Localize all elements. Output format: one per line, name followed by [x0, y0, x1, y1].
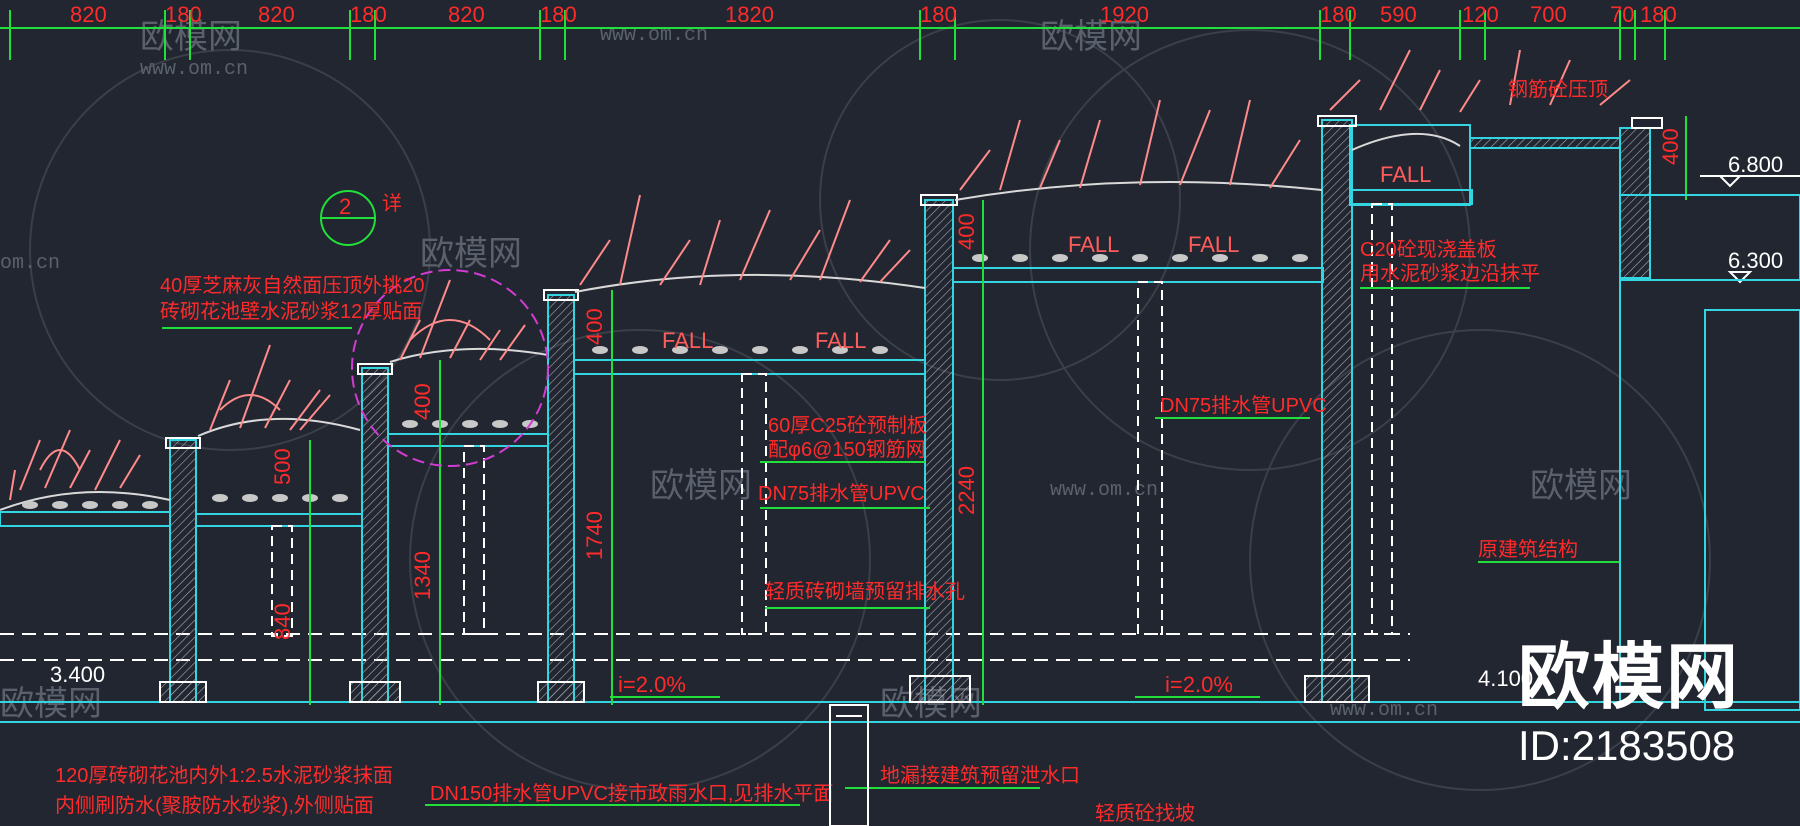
note-text: 用水泥砂浆边沿抹平 [1360, 262, 1540, 285]
fall-label: FALL [662, 328, 713, 353]
drain-pipe [829, 704, 869, 826]
level-label: 6.300 [1728, 248, 1783, 273]
dim-label: 400 [582, 308, 607, 345]
fall-label: FALL [1380, 162, 1431, 187]
dim-label: 400 [410, 383, 435, 420]
slope-label: i=2.0% [618, 672, 686, 697]
slope-label: i=2.0% [1165, 672, 1233, 697]
dim-label: 840 [270, 603, 295, 640]
dim-label: 70 [1610, 2, 1634, 27]
brand-id: ID:2183508 [1517, 722, 1736, 769]
watermarks: 欧模网 www.om.cn 欧模网 www.om.cn 欧模网 om.cn 欧模… [0, 18, 1632, 723]
fall-label: FALL [815, 328, 866, 353]
cad-drawing-canvas: 欧模网 www.om.cn 欧模网 www.om.cn 欧模网 om.cn 欧模… [0, 0, 1800, 826]
note-text: DN75排水管UPVC [758, 482, 925, 505]
note-text: DN75排水管UPVC [1160, 394, 1327, 417]
note-text: 120厚砖砌花池内外1:2.5水泥砂浆抹面 [55, 764, 393, 787]
note-text: 砖砌花池壁水泥砂浆12厚贴面 [160, 300, 422, 323]
dim-label: 820 [70, 2, 107, 27]
dim-label: 400 [1658, 128, 1683, 165]
dim-label: 2240 [954, 466, 979, 515]
dim-label: 820 [448, 2, 485, 27]
dim-label: 400 [954, 213, 979, 250]
note-text: DN150排水管UPVC接市政雨水口,见排水平面 [430, 782, 833, 805]
dim-label: 180 [920, 2, 957, 27]
note-text: 配φ6@150钢筋网 [768, 438, 926, 461]
note-text: C20砼现浇盖板 [1360, 238, 1497, 261]
dim-label: 820 [258, 2, 295, 27]
watermark-url: www.om.cn [1050, 479, 1158, 502]
note-text: 轻质砼找坡 [1095, 802, 1195, 825]
dim-label: 500 [270, 448, 295, 485]
level-label: 3.400 [50, 662, 105, 687]
top-dimension-labels: 820 180 820 180 820 180 1820 180 1920 18… [70, 2, 1677, 27]
dim-label: 1340 [410, 551, 435, 600]
note-text: 40厚芝麻灰自然面压顶外挑20 [160, 274, 425, 297]
watermark-logo: 欧模网 [0, 685, 102, 723]
watermark-url: om.cn [0, 252, 60, 275]
level-label: 6.800 [1728, 152, 1783, 177]
note-text: 轻质砖砌墙预留排水孔 [765, 580, 965, 603]
brand-watermark: 欧模网 ID:2183508 [1518, 642, 1740, 770]
dim-label: 120 [1462, 2, 1499, 27]
vertical-dimension-lines [309, 116, 1687, 705]
dim-label: 700 [1530, 2, 1567, 27]
dim-label: 1920 [1100, 2, 1149, 27]
detail-suffix: 详 [382, 192, 402, 215]
note-text: 地漏接建筑预留泄水口 [880, 764, 1080, 787]
detail-number: 2 [339, 194, 351, 219]
watermark-logo: 欧模网 [1530, 467, 1632, 505]
dim-label: 180 [540, 2, 577, 27]
fall-labels: FALL FALL FALL FALL FALL [662, 162, 1431, 353]
fall-label: FALL [1188, 232, 1239, 257]
vertical-dimension-labels: 500 840 400 1340 400 1740 400 2240 400 [270, 128, 1683, 640]
watermark-logo: 欧模网 [650, 467, 752, 505]
dim-label: 1740 [582, 511, 607, 560]
dim-label: 180 [165, 2, 202, 27]
watermark-circles [29, 19, 1711, 791]
note-text: 内侧刷防水(聚胺防水砂浆),外侧贴面 [55, 794, 374, 817]
note-text: 60厚C25砼预制板 [768, 414, 927, 437]
dim-label: 180 [1640, 2, 1677, 27]
brand-logo: 欧模网 [1517, 638, 1740, 718]
dim-label: 180 [350, 2, 387, 27]
note-text: 钢筋砼压顶 [1508, 78, 1608, 101]
dim-label: 180 [1320, 2, 1357, 27]
watermark-logo: 欧模网 [420, 235, 522, 273]
dim-label: 590 [1380, 2, 1417, 27]
note-text: 原建筑结构 [1478, 538, 1578, 561]
watermark-url: www.om.cn [140, 58, 248, 81]
dim-label: 1820 [725, 2, 774, 27]
fall-label: FALL [1068, 232, 1119, 257]
